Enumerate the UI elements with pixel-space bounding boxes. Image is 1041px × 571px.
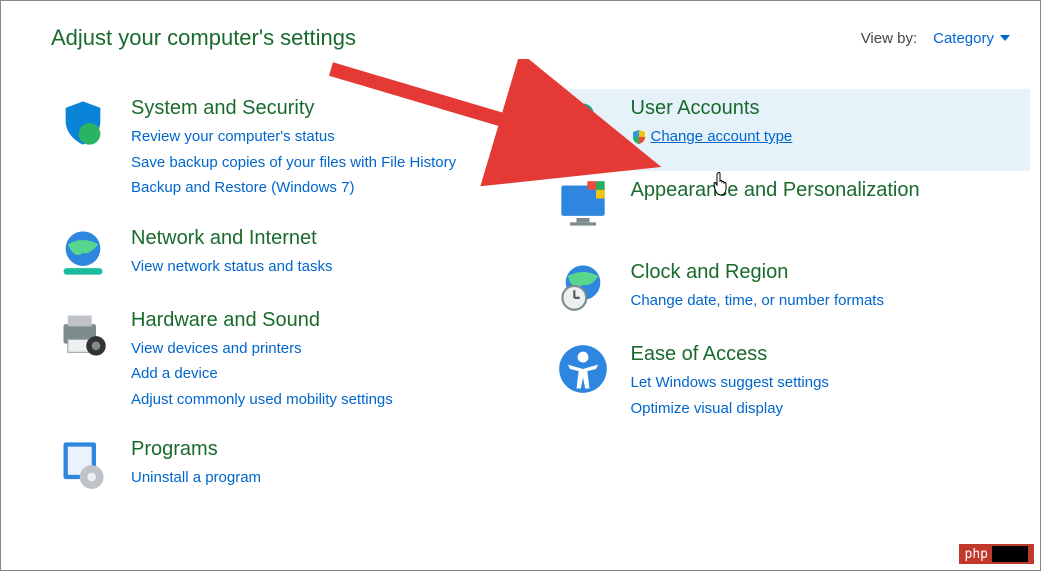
user-icon (555, 97, 611, 153)
category-ease-of-access: Ease of Access Let Windows suggest setti… (551, 335, 1031, 439)
link-add-device[interactable]: Add a device (131, 361, 521, 387)
category-title[interactable]: Clock and Region (631, 261, 1021, 284)
link-suggest-settings[interactable]: Let Windows suggest settings (631, 370, 1021, 396)
category-network-internet: Network and Internet View network status… (51, 219, 531, 301)
link-backup-restore[interactable]: Backup and Restore (Windows 7) (131, 175, 521, 201)
viewby-value: Category (933, 30, 994, 47)
category-title[interactable]: Ease of Access (631, 343, 1021, 366)
category-title[interactable]: Programs (131, 438, 521, 461)
categories: System and Security Review your computer… (1, 59, 1040, 522)
link-devices-printers[interactable]: View devices and printers (131, 336, 521, 362)
php-watermark: php (959, 544, 1034, 564)
category-programs: Programs Uninstall a program (51, 430, 531, 512)
link-text: Change account type (651, 124, 793, 150)
uac-shield-icon (631, 129, 647, 145)
link-mobility-settings[interactable]: Adjust commonly used mobility settings (131, 387, 521, 413)
category-title[interactable]: Hardware and Sound (131, 309, 521, 332)
printer-icon (55, 309, 111, 365)
viewby-dropdown[interactable]: Category (933, 30, 1010, 47)
viewby: View by: Category (861, 30, 1010, 47)
category-title[interactable]: Network and Internet (131, 227, 521, 250)
link-optimize-display[interactable]: Optimize visual display (631, 396, 1021, 422)
accessibility-icon (555, 343, 611, 399)
link-network-status[interactable]: View network status and tasks (131, 254, 521, 280)
category-system-security: System and Security Review your computer… (51, 89, 531, 219)
page-title: Adjust your computer's settings (51, 25, 356, 51)
category-title[interactable]: Appearance and Personalization (631, 179, 1021, 202)
category-title[interactable]: System and Security (131, 97, 521, 120)
viewby-label: View by: (861, 30, 917, 47)
link-file-history[interactable]: Save backup copies of your files with Fi… (131, 150, 521, 176)
category-hardware-sound: Hardware and Sound View devices and prin… (51, 301, 531, 431)
badge-black (992, 546, 1028, 562)
clock-globe-icon (555, 261, 611, 317)
link-change-account-type[interactable]: Change account type (631, 124, 793, 150)
link-date-time-formats[interactable]: Change date, time, or number formats (631, 288, 1021, 314)
programs-icon (55, 438, 111, 494)
shield-icon (55, 97, 111, 153)
chevron-down-icon (1000, 35, 1010, 41)
link-uninstall-program[interactable]: Uninstall a program (131, 465, 521, 491)
category-user-accounts: User Accounts Change account type (551, 89, 1031, 171)
category-clock-region: Clock and Region Change date, time, or n… (551, 253, 1031, 335)
link-review-status[interactable]: Review your computer's status (131, 124, 521, 150)
badge-text: php (965, 547, 988, 562)
right-column: User Accounts Change account type (551, 89, 1031, 512)
category-title[interactable]: User Accounts (631, 97, 1021, 120)
category-appearance-personalization: Appearance and Personalization (551, 171, 1031, 253)
monitor-icon (555, 179, 611, 235)
left-column: System and Security Review your computer… (51, 89, 531, 512)
header: Adjust your computer's settings View by:… (1, 1, 1040, 59)
globe-icon (55, 227, 111, 283)
